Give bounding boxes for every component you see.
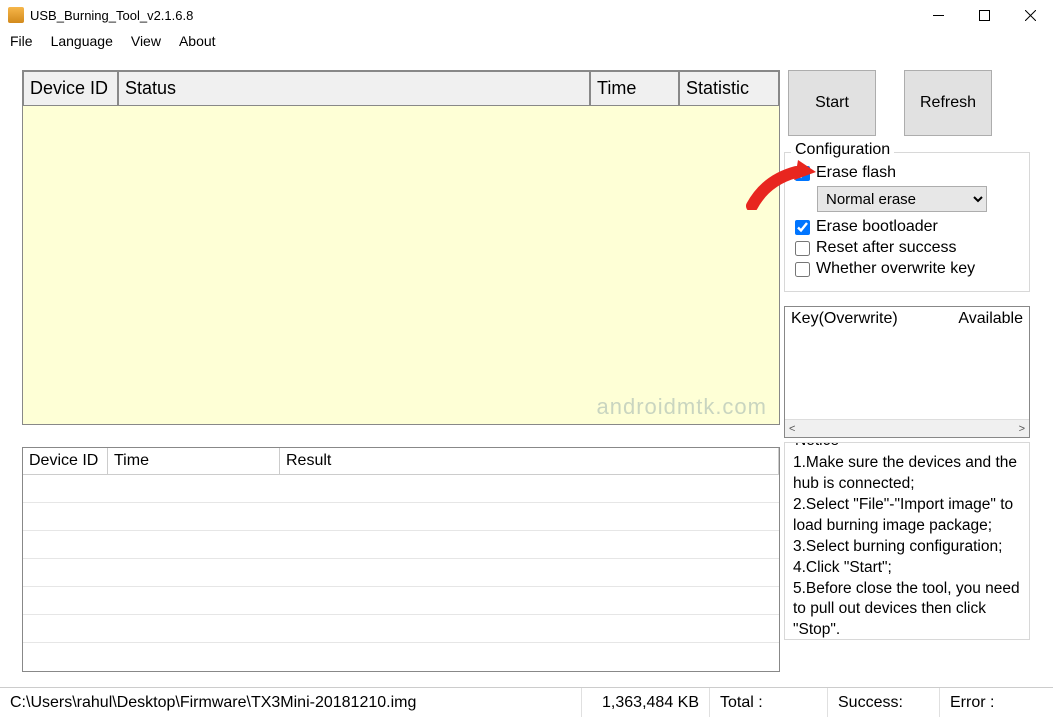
table-row xyxy=(23,503,779,531)
configuration-legend: Configuration xyxy=(791,141,894,159)
results-table: Device ID Time Result xyxy=(22,447,780,672)
erase-mode-select[interactable]: Normal erase xyxy=(817,186,987,212)
key-table-scrollbar[interactable]: <> xyxy=(785,419,1029,437)
erase-bootloader-checkbox[interactable]: Erase bootloader xyxy=(795,218,1019,236)
reset-after-input[interactable] xyxy=(795,241,810,256)
col-device-id[interactable]: Device ID xyxy=(23,71,118,106)
status-size: 1,363,484 KB xyxy=(582,688,710,717)
refresh-button[interactable]: Refresh xyxy=(904,70,992,136)
watermark-text: androidmtk.com xyxy=(596,394,767,420)
overwrite-key-label: Whether overwrite key xyxy=(816,260,975,278)
erase-flash-input[interactable] xyxy=(795,166,810,181)
device-status-table: Device ID Status Time Statistic androidm… xyxy=(22,70,780,425)
window-title: USB_Burning_Tool_v2.1.6.8 xyxy=(8,7,915,23)
app-icon xyxy=(8,7,24,23)
menu-view[interactable]: View xyxy=(131,33,161,49)
start-button[interactable]: Start xyxy=(788,70,876,136)
status-error: Error : xyxy=(940,688,1053,717)
status-success: Success: xyxy=(828,688,940,717)
notice-line: 4.Click "Start"; xyxy=(793,558,1021,579)
erase-bootloader-label: Erase bootloader xyxy=(816,218,938,236)
erase-bootloader-input[interactable] xyxy=(795,220,810,235)
configuration-group: Configuration Erase flash Normal erase E… xyxy=(784,152,1030,292)
notice-legend: Notice xyxy=(791,442,843,452)
overwrite-key-input[interactable] xyxy=(795,262,810,277)
overwrite-key-checkbox[interactable]: Whether overwrite key xyxy=(795,260,1019,278)
col2-time[interactable]: Time xyxy=(108,448,280,475)
window-title-text: USB_Burning_Tool_v2.1.6.8 xyxy=(30,8,193,23)
erase-flash-label: Erase flash xyxy=(816,164,896,182)
notice-group: Notice 1.Make sure the devices and the h… xyxy=(784,442,1030,640)
col-time[interactable]: Time xyxy=(590,71,679,106)
menu-bar: File Language View About xyxy=(0,30,1053,52)
col2-result[interactable]: Result xyxy=(280,448,779,475)
reset-after-label: Reset after success xyxy=(816,239,957,257)
table-row xyxy=(23,559,779,587)
col-status[interactable]: Status xyxy=(118,71,590,106)
notice-line: 5.Before close the tool, you need to pul… xyxy=(793,579,1021,640)
menu-about[interactable]: About xyxy=(179,33,216,49)
status-path: C:\Users\rahul\Desktop\Firmware\TX3Mini-… xyxy=(0,688,582,717)
menu-file[interactable]: File xyxy=(10,33,33,49)
menu-language[interactable]: Language xyxy=(51,33,113,49)
key-col-available[interactable]: Available xyxy=(930,307,1029,331)
scroll-right-icon[interactable]: > xyxy=(1015,423,1029,435)
table-row xyxy=(23,531,779,559)
col2-device-id[interactable]: Device ID xyxy=(23,448,108,475)
table-row xyxy=(23,475,779,503)
key-col-overwrite[interactable]: Key(Overwrite) xyxy=(785,307,930,331)
notice-line: 2.Select "File"-"Import image" to load b… xyxy=(793,495,1021,537)
status-bar: C:\Users\rahul\Desktop\Firmware\TX3Mini-… xyxy=(0,687,1053,717)
title-bar: USB_Burning_Tool_v2.1.6.8 xyxy=(0,0,1053,30)
device-status-body: androidmtk.com xyxy=(23,106,779,424)
table-row xyxy=(23,587,779,615)
table-row xyxy=(23,615,779,643)
reset-after-checkbox[interactable]: Reset after success xyxy=(795,239,1019,257)
key-table: Key(Overwrite) Available <> xyxy=(784,306,1030,438)
notice-line: 3.Select burning configuration; xyxy=(793,537,1021,558)
maximize-button[interactable] xyxy=(961,0,1007,30)
col-statistic[interactable]: Statistic xyxy=(679,71,779,106)
status-total: Total : xyxy=(710,688,828,717)
notice-line: 1.Make sure the devices and the hub is c… xyxy=(793,453,1021,495)
minimize-button[interactable] xyxy=(915,0,961,30)
scroll-left-icon[interactable]: < xyxy=(785,423,799,435)
close-button[interactable] xyxy=(1007,0,1053,30)
erase-flash-checkbox[interactable]: Erase flash xyxy=(795,164,1019,182)
table-row xyxy=(23,643,779,671)
